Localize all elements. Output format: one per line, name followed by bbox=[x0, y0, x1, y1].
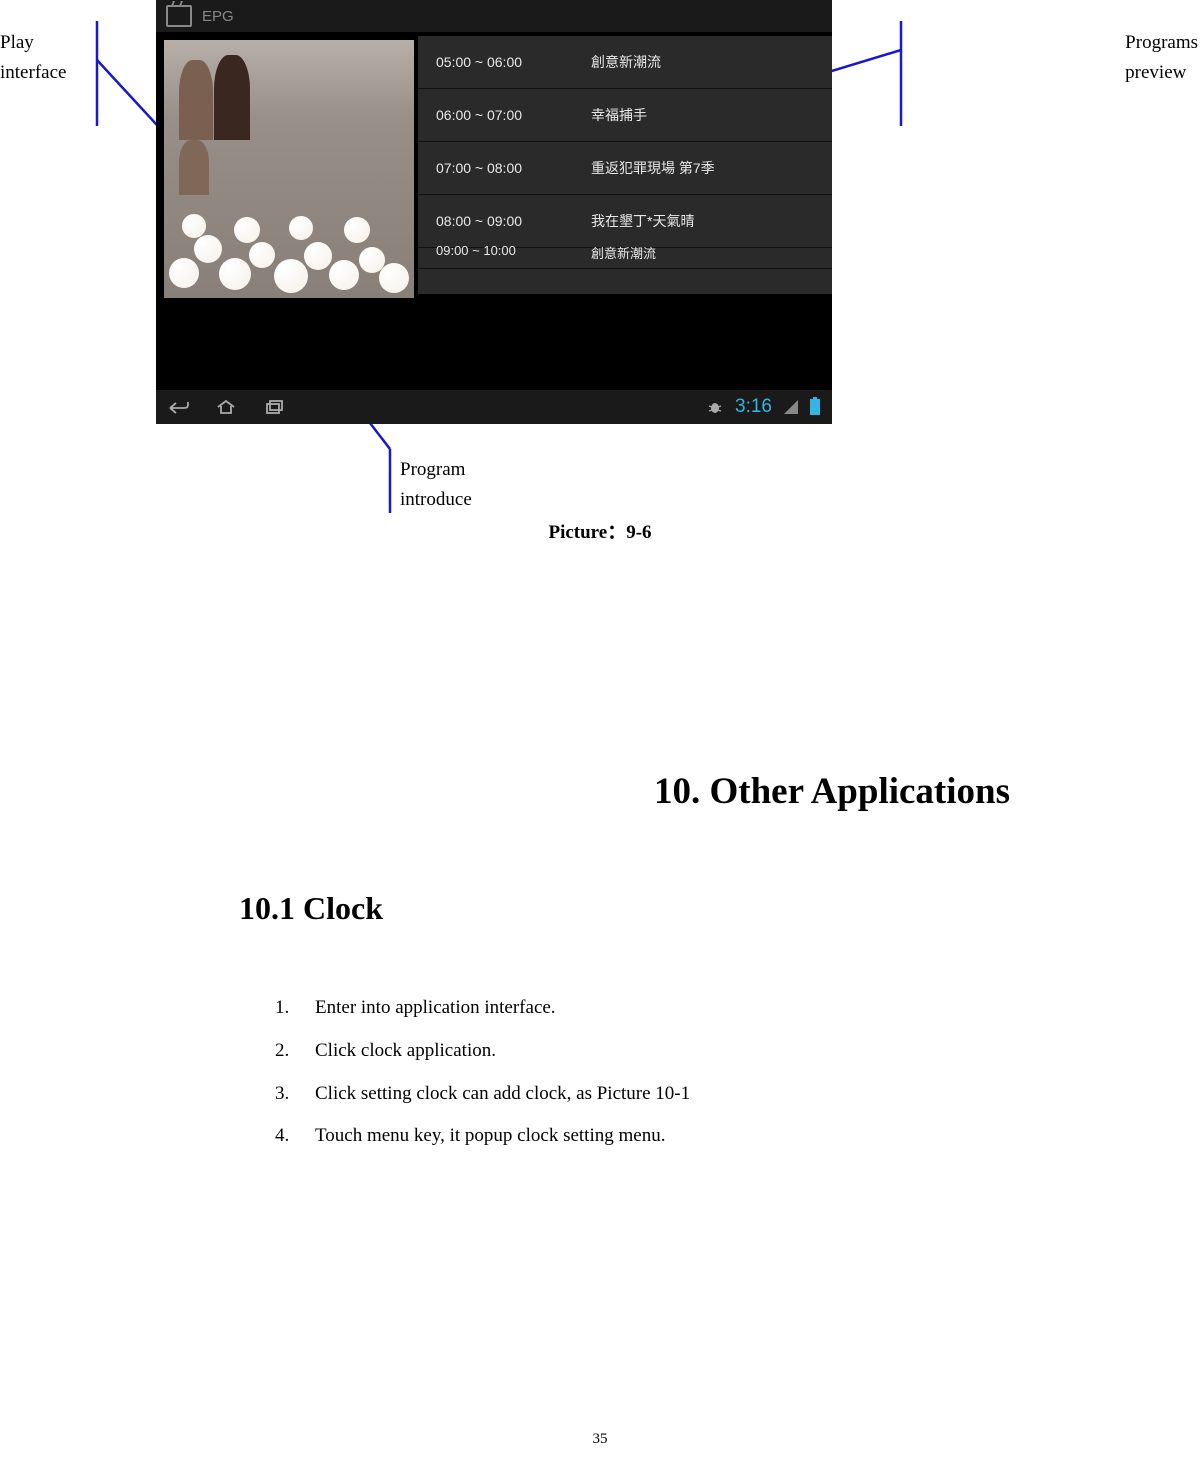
epg-header-bar: EPG bbox=[156, 0, 832, 32]
program-row[interactable]: 08:00 ~ 09:00 我在墾丁*天氣晴 bbox=[418, 195, 832, 248]
step-number: 1. bbox=[275, 987, 315, 1030]
signal-icon bbox=[784, 400, 798, 414]
section-heading: 10.1 Clock bbox=[239, 890, 383, 927]
program-time: 06:00 ~ 07:00 bbox=[418, 107, 591, 123]
battery-icon bbox=[810, 399, 820, 415]
recent-apps-icon[interactable] bbox=[264, 399, 284, 415]
list-item: 1. Enter into application interface. bbox=[275, 987, 690, 1030]
program-name: 重返犯罪現場 第7季 bbox=[591, 158, 832, 178]
program-row[interactable]: 07:00 ~ 08:00 重返犯罪現場 第7季 bbox=[418, 142, 832, 195]
system-nav-bar: 3:16 bbox=[156, 390, 832, 424]
annotation-text: Programs bbox=[1125, 32, 1198, 53]
annotation-text: preview bbox=[1125, 62, 1186, 83]
program-row[interactable]: 09:00 ~ 10:00 創意新潮流 bbox=[418, 248, 832, 269]
program-name: 創意新潮流 bbox=[591, 243, 832, 262]
step-text: Enter into application interface. bbox=[315, 987, 556, 1030]
home-icon[interactable] bbox=[216, 399, 236, 415]
tv-icon bbox=[166, 5, 192, 27]
list-item: 3. Click setting clock can add clock, as… bbox=[275, 1073, 690, 1116]
annotation-text: interface bbox=[0, 62, 66, 83]
video-balloons bbox=[164, 188, 414, 298]
back-icon[interactable] bbox=[168, 400, 188, 414]
program-introduce-area bbox=[156, 298, 832, 390]
annotation-play-interface: Play interface bbox=[0, 28, 66, 89]
device-screenshot: EPG 05:00 ~ 06:00 創意新潮流 bbox=[156, 0, 832, 424]
program-time: 08:00 ~ 09:00 bbox=[418, 213, 591, 229]
annotation-text: Program bbox=[400, 459, 465, 480]
status-clock: 3:16 bbox=[735, 396, 772, 418]
video-preview-pane[interactable] bbox=[164, 40, 414, 298]
figure-caption: Picture：9-6 bbox=[0, 517, 1200, 544]
steps-list: 1. Enter into application interface. 2. … bbox=[275, 987, 690, 1158]
program-name: 幸福捕手 bbox=[591, 105, 832, 125]
step-number: 2. bbox=[275, 1030, 315, 1073]
list-item: 2. Click clock application. bbox=[275, 1030, 690, 1073]
step-text: Touch menu key, it popup clock setting m… bbox=[315, 1115, 665, 1158]
debug-icon[interactable] bbox=[707, 399, 723, 415]
step-text: Click clock application. bbox=[315, 1030, 496, 1073]
program-list[interactable]: 05:00 ~ 06:00 創意新潮流 06:00 ~ 07:00 幸福捕手 0… bbox=[418, 36, 832, 294]
annotation-programs-preview: Programs preview bbox=[1125, 28, 1198, 89]
step-number: 4. bbox=[275, 1115, 315, 1158]
program-time: 05:00 ~ 06:00 bbox=[418, 54, 591, 70]
annotation-text: introduce bbox=[400, 489, 472, 510]
program-name: 創意新潮流 bbox=[591, 52, 832, 72]
program-row[interactable]: 05:00 ~ 06:00 創意新潮流 bbox=[418, 36, 832, 89]
list-item: 4. Touch menu key, it popup clock settin… bbox=[275, 1115, 690, 1158]
program-row[interactable]: 06:00 ~ 07:00 幸福捕手 bbox=[418, 89, 832, 142]
video-content bbox=[174, 50, 274, 200]
annotation-program-introduce: Program introduce bbox=[400, 455, 472, 516]
epg-label: EPG bbox=[202, 8, 234, 25]
step-text: Click setting clock can add clock, as Pi… bbox=[315, 1073, 690, 1116]
program-name: 我在墾丁*天氣晴 bbox=[591, 211, 832, 231]
program-time: 07:00 ~ 08:00 bbox=[418, 160, 591, 176]
annotation-text: Play bbox=[0, 32, 34, 53]
chapter-heading: 10. Other Applications bbox=[0, 770, 1010, 813]
program-time: 09:00 ~ 10:00 bbox=[418, 243, 591, 258]
page-number: 35 bbox=[0, 1431, 1200, 1448]
step-number: 3. bbox=[275, 1073, 315, 1116]
